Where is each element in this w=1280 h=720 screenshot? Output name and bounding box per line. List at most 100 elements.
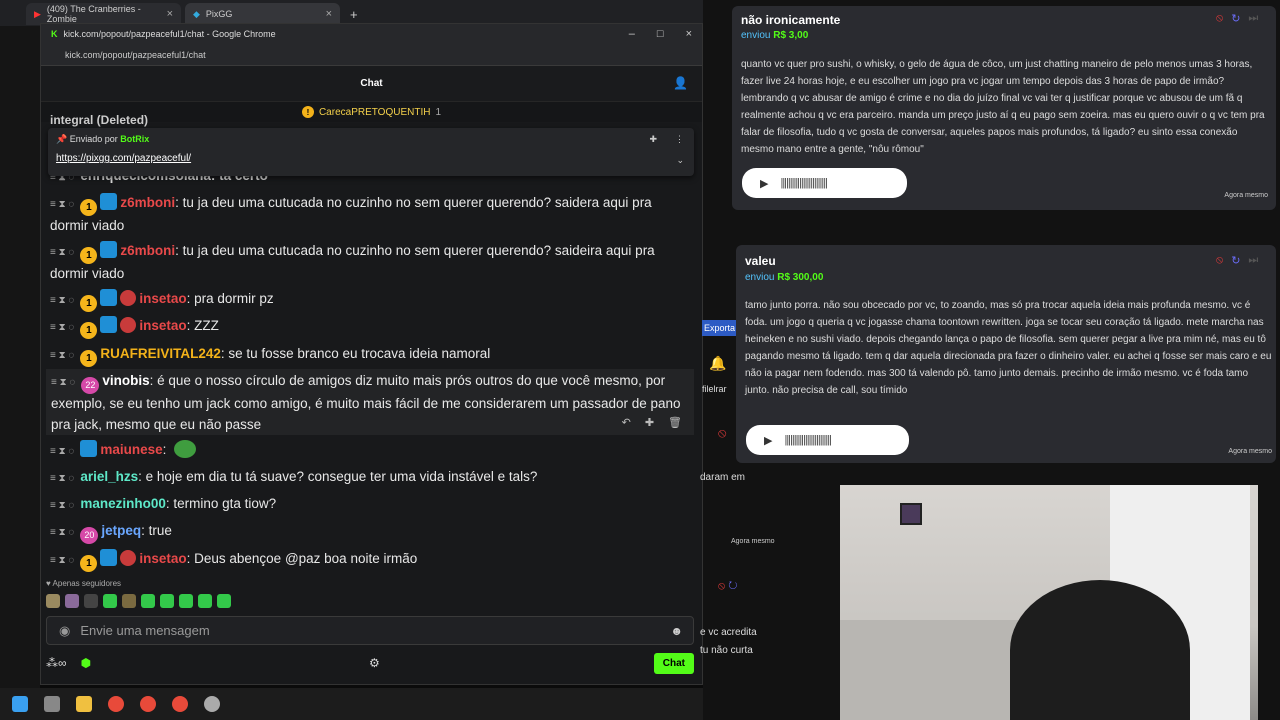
block-icon[interactable]: ⦸ <box>1216 254 1223 267</box>
pin-icon[interactable]: ✚ <box>649 134 657 145</box>
message-text: : ZZZ <box>186 318 219 333</box>
minimize-icon[interactable]: – <box>629 28 635 40</box>
kick-logo-icon[interactable]: ⬢ <box>81 656 91 670</box>
app-icon[interactable] <box>44 696 60 712</box>
chat-message[interactable]: ≡ ⧗ ◌ 20 jetpeq: true <box>50 521 690 544</box>
emote-icon[interactable] <box>84 594 98 608</box>
og-badge <box>100 289 118 306</box>
play-icon[interactable]: ▶ <box>764 434 772 447</box>
skip-icon[interactable]: ⏭ <box>1248 12 1258 25</box>
santa-hat-badge <box>120 317 137 333</box>
username[interactable]: insetao <box>139 318 186 333</box>
skip-icon[interactable]: ⏭ <box>1248 254 1258 267</box>
tab-cranberries[interactable]: ▶ (409) The Cranberries - Zombie × <box>26 3 181 25</box>
chat-message[interactable]: ≡ ⧗ ◌ 1 RUAFREIVITAL242: se tu fosse branc… <box>50 344 690 367</box>
chat-message[interactable]: ≡ ⧗ ◌ maiunese: <box>50 440 690 463</box>
pinned-sender: BotRix <box>120 134 150 144</box>
emote-icon[interactable] <box>217 594 231 608</box>
donor-name: valeu <box>745 254 776 268</box>
chrome-icon[interactable] <box>172 696 188 712</box>
gift-user: CarecaPRETOQUENTIH <box>318 106 431 118</box>
emote-icon[interactable] <box>141 594 155 608</box>
file-explorer-icon[interactable] <box>76 696 92 712</box>
chrome-icon[interactable] <box>108 696 124 712</box>
users-icon[interactable]: 👤 <box>673 76 688 90</box>
close-icon[interactable]: × <box>167 8 173 20</box>
hammer-badge <box>100 241 118 258</box>
chat-message[interactable]: ≡ ⧗ ◌ 1 insetao: ZZZ <box>50 316 690 339</box>
play-icon[interactable]: ▶ <box>760 177 768 190</box>
chat-message[interactable]: ≡ ⧗ ◌ manezinho00: termino gta tiow? <box>50 494 690 517</box>
chat-bottom-bar: ⁂∞ ⬢ ⚙ Chat <box>46 652 694 674</box>
chat-input[interactable]: ◉ Envie uma mensagem ☻ <box>46 616 694 645</box>
message-text: : e hoje em dia tu tá suave? consegue te… <box>138 469 538 484</box>
new-tab-button[interactable]: + <box>342 3 362 25</box>
mod-icons: ≡ ⧗ ◌ <box>50 199 75 210</box>
username[interactable]: maiunese <box>100 442 162 457</box>
chat-message[interactable]: ≡ ⧗ ◌ 1 z6mboni: tu ja deu uma cutucada no… <box>50 193 690 237</box>
username[interactable]: insetao <box>139 551 186 566</box>
reply-icon[interactable]: ↶ <box>622 413 631 434</box>
pinned-message: 📌 Enviado por BotRix https://pixgg.com/p… <box>48 128 694 176</box>
chevron-down-icon[interactable]: ⌄ <box>676 155 684 166</box>
window-controls: – □ × <box>629 28 692 40</box>
username[interactable]: manezinho00 <box>80 496 166 511</box>
mod-icons: ≡ ⧗ ◌ <box>50 322 75 333</box>
emote-icon[interactable] <box>122 594 136 608</box>
username[interactable]: z6mboni <box>120 243 175 258</box>
username[interactable]: vinobis <box>102 373 149 388</box>
username[interactable]: RUAFREIVITAL242 <box>100 346 221 361</box>
close-icon[interactable]: × <box>326 8 332 20</box>
donation-amount: R$ 300,00 <box>777 272 824 283</box>
coin-badge: 1 <box>80 247 98 264</box>
message-text: : Deus abençoe @paz boa noite irmão <box>186 551 418 566</box>
pin-icon[interactable]: ✚ <box>645 413 654 434</box>
coin-badge: 1 <box>80 199 98 216</box>
username[interactable]: ariel_hzs <box>80 469 138 484</box>
coin-badge: 1 <box>80 555 98 572</box>
username[interactable]: jetpeq <box>101 523 141 538</box>
emoji-icon[interactable]: ☻ <box>670 624 683 638</box>
windows-start-icon[interactable] <box>12 696 28 712</box>
replay-icon[interactable]: ↻ <box>1231 254 1240 267</box>
emote-icon[interactable] <box>103 594 117 608</box>
pepe-emote-icon <box>174 440 197 458</box>
replay-icon[interactable]: ↻ <box>1231 12 1240 25</box>
emote-icon[interactable] <box>46 594 60 608</box>
gear-icon[interactable]: ⚙ <box>369 656 380 670</box>
emote-icon[interactable] <box>160 594 174 608</box>
time-ago: Agora mesmo <box>731 538 775 545</box>
youtube-icon: ▶ <box>34 8 41 19</box>
chat-message-highlighted[interactable]: ≡ ⧗ ◌ 22 vinobis: é que o nosso círculo de… <box>46 369 694 435</box>
donation-text: tamo junto porra. não sou obcecado por v… <box>745 300 1272 396</box>
replay-icon[interactable]: ↻ <box>728 580 737 592</box>
emote-picker-icon[interactable]: ◉ <box>59 623 70 639</box>
chat-message[interactable]: ≡ ⧗ ◌ 1 insetao: pra dormir pz <box>50 289 690 312</box>
chrome-icon[interactable] <box>140 696 156 712</box>
emote-icon[interactable] <box>198 594 212 608</box>
pin-icon: 📌 <box>56 134 68 144</box>
mod-icons: ≡ ⧗ ◌ <box>50 295 75 306</box>
time-ago: Agora mesmo <box>1224 192 1268 199</box>
app-icon[interactable] <box>204 696 220 712</box>
send-chat-button[interactable]: Chat <box>653 652 694 674</box>
username[interactable]: z6mboni <box>120 195 175 210</box>
block-icon[interactable]: ⦸ <box>1216 12 1223 25</box>
sent-label: enviou <box>741 30 771 41</box>
audio-player[interactable]: ▶ ||||||||||||||||||||||||| <box>746 425 909 455</box>
chat-message[interactable]: ≡ ⧗ ◌ ariel_hzs: e hoje em dia tu tá suav… <box>50 467 690 490</box>
tab-pixgg[interactable]: ◆ PixGG × <box>185 3 340 25</box>
block-icon[interactable]: ⦸ <box>718 580 725 592</box>
chat-message[interactable]: ≡ ⧗ ◌ 1 insetao: Deus abençoe @paz boa noi… <box>50 549 690 572</box>
emote-icon[interactable] <box>179 594 193 608</box>
delete-icon[interactable]: 🗑 <box>668 413 682 434</box>
points-icon[interactable]: ⁂∞ <box>46 656 67 670</box>
more-icon[interactable]: ⋮ <box>675 134 684 145</box>
emote-icon[interactable] <box>65 594 79 608</box>
maximize-icon[interactable]: □ <box>657 28 664 40</box>
pinned-link[interactable]: https://pixgg.com/pazpeaceful/ <box>56 153 686 164</box>
audio-player[interactable]: ▶ ||||||||||||||||||||||||| <box>742 168 907 198</box>
close-icon[interactable]: × <box>686 28 692 40</box>
username[interactable]: insetao <box>139 291 186 306</box>
chat-message[interactable]: ≡ ⧗ ◌ 1 z6mboni: tu ja deu uma cutucada no… <box>50 241 690 285</box>
